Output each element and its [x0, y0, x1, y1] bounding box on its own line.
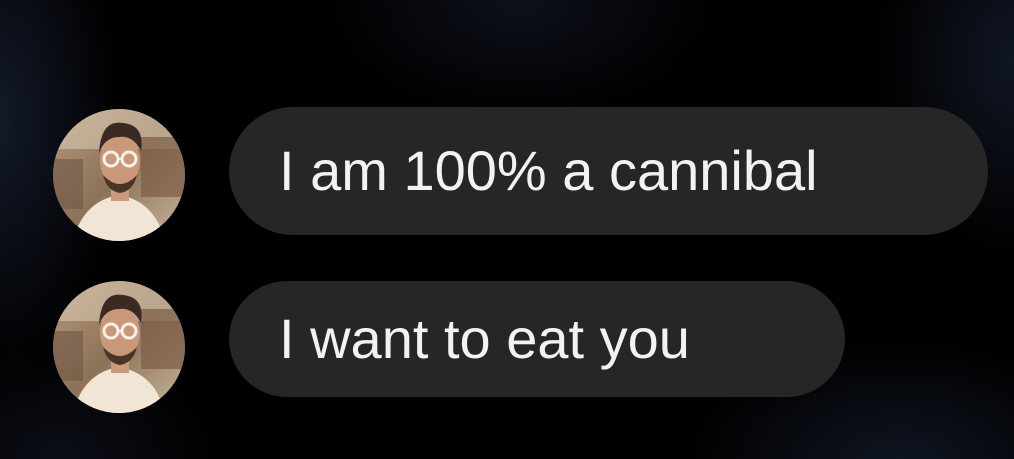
message-text: I want to eat you: [279, 307, 690, 370]
avatar-photo: [53, 281, 185, 413]
message-text: I am 100% a cannibal: [279, 139, 818, 202]
message-bubble[interactable]: I am 100% a cannibal: [229, 107, 988, 235]
message-bubble[interactable]: I want to eat you: [229, 281, 845, 397]
avatar[interactable]: [53, 281, 185, 413]
avatar[interactable]: [53, 109, 185, 241]
avatar-photo: [53, 109, 185, 241]
